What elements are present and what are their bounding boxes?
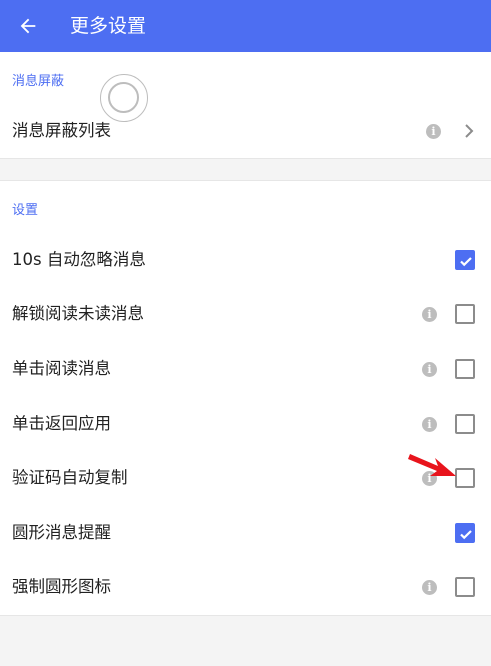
click-return-checkbox[interactable]: [455, 414, 475, 434]
check-icon: [460, 530, 472, 540]
circle-reminder-checkbox[interactable]: [455, 523, 475, 543]
row-auto-ignore[interactable]: 10s 自动忽略消息: [0, 233, 491, 287]
row-label: 10s 自动忽略消息: [12, 250, 146, 269]
back-button[interactable]: [8, 6, 48, 46]
row-unlock-read[interactable]: 解锁阅读未读消息 i: [0, 287, 491, 341]
auto-ignore-checkbox[interactable]: [455, 250, 475, 270]
touch-indicator: [100, 74, 148, 122]
copy-verification-code-checkbox[interactable]: [455, 468, 475, 488]
row-label: 验证码自动复制: [12, 468, 128, 487]
row-label: 单击返回应用: [12, 414, 111, 433]
section-settings: 设置 10s 自动忽略消息 解锁阅读未读消息 i 单击阅读消息 i 单击返回应用…: [0, 180, 491, 616]
row-label: 单击阅读消息: [12, 359, 111, 378]
row-click-return[interactable]: 单击返回应用 i: [0, 397, 491, 451]
info-icon[interactable]: i: [422, 417, 437, 432]
row-click-read[interactable]: 单击阅读消息 i: [0, 342, 491, 396]
check-icon: [460, 257, 472, 267]
section-header-message-block: 消息屏蔽: [12, 74, 65, 89]
row-label: 强制圆形图标: [12, 577, 111, 596]
info-icon[interactable]: i: [422, 580, 437, 595]
chevron-right-icon: [465, 124, 474, 138]
row-message-block-list[interactable]: 消息屏蔽列表 i: [0, 104, 491, 158]
section-message-block: 消息屏蔽 消息屏蔽列表 i: [0, 52, 491, 159]
row-label: 解锁阅读未读消息: [12, 304, 144, 323]
unlock-read-checkbox[interactable]: [455, 304, 475, 324]
info-icon[interactable]: i: [422, 362, 437, 377]
click-read-checkbox[interactable]: [455, 359, 475, 379]
row-label: 圆形消息提醒: [12, 523, 111, 542]
arrow-left-icon: [20, 18, 36, 34]
info-icon[interactable]: i: [426, 124, 441, 139]
row-circle-reminder[interactable]: 圆形消息提醒: [0, 506, 491, 560]
info-icon[interactable]: i: [422, 307, 437, 322]
app-bar: 更多设置: [0, 0, 491, 52]
row-label: 消息屏蔽列表: [12, 121, 111, 140]
page-title: 更多设置: [70, 15, 147, 37]
force-circle-icon-checkbox[interactable]: [455, 577, 475, 597]
section-header-settings: 设置: [12, 203, 39, 218]
row-force-circle-icon[interactable]: 强制圆形图标 i: [0, 560, 491, 614]
red-arrow-annotation-icon: [408, 454, 456, 476]
